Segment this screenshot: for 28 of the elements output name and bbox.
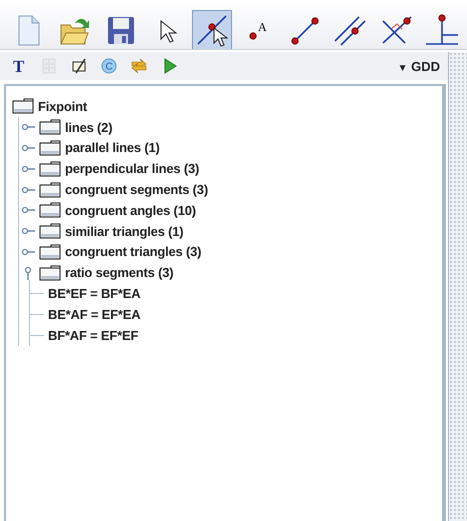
mode-dropdown[interactable]: ▼ GDD	[394, 58, 444, 74]
tree-item[interactable]: BE*EF = BF*EA	[48, 286, 140, 302]
folder-icon	[12, 98, 34, 114]
tree-item[interactable]: similiar triangles (1)	[65, 224, 184, 239]
tree-item[interactable]: lines (2)	[65, 120, 112, 135]
tool-button[interactable]	[192, 10, 232, 49]
folder-icon	[39, 264, 61, 281]
folder-icon	[39, 140, 61, 156]
tree-item[interactable]: perpendicular lines (3)	[65, 161, 200, 176]
point-on-line-icon	[195, 12, 229, 46]
swap-arrows-icon	[130, 57, 148, 75]
tree-item[interactable]: parallel lines (1)	[65, 140, 160, 156]
folder-icon	[39, 182, 61, 198]
folder-icon	[39, 202, 61, 218]
tree-item[interactable]: ratio segments (3)	[65, 265, 174, 280]
perpendicular-foot-icon	[425, 12, 459, 46]
tree-item[interactable]: Fixpoint	[38, 98, 87, 114]
folder-icon	[39, 119, 61, 136]
folder-icon	[39, 160, 61, 177]
tree-item[interactable]: congruent segments (3)	[65, 182, 208, 198]
pen-icon	[70, 57, 88, 75]
tree-item[interactable]: BF*AF = EF*EF	[48, 328, 138, 343]
folder-icon	[39, 223, 61, 240]
splitter-handle[interactable]	[448, 52, 467, 521]
tree-item[interactable]: congruent angles (10)	[65, 202, 196, 218]
tree-item[interactable]: congruent triangles (3)	[65, 244, 202, 260]
folder-icon	[39, 244, 61, 260]
tree-item[interactable]: BE*AF = EF*EA	[48, 306, 140, 322]
